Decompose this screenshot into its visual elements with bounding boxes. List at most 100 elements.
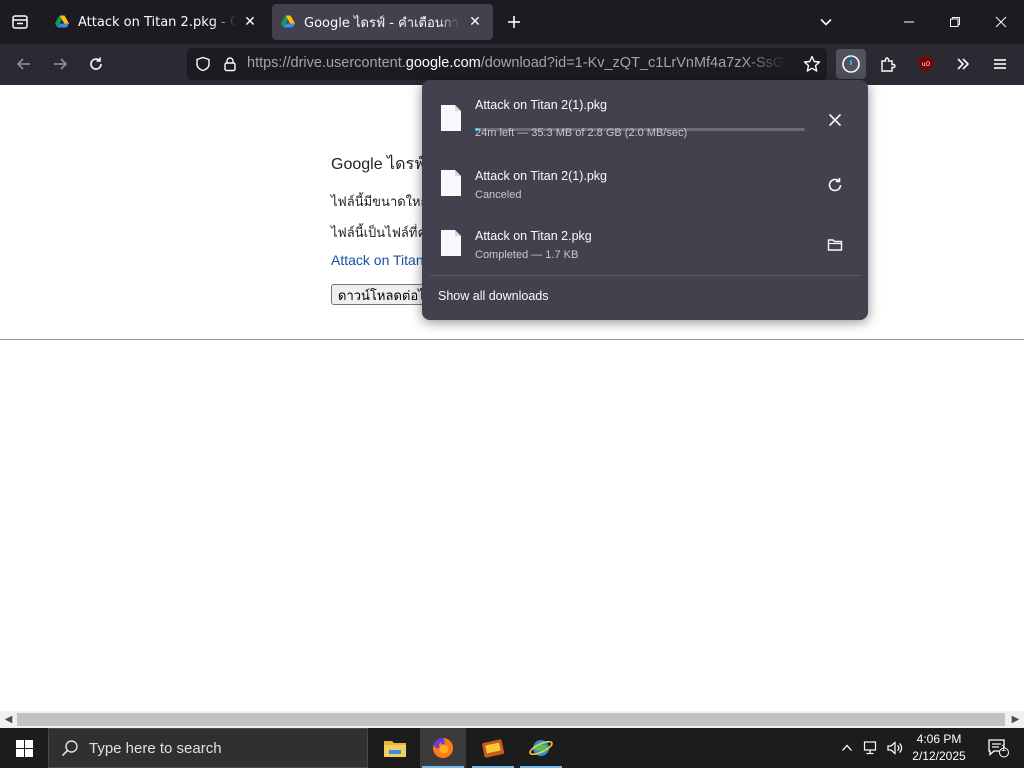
list-all-tabs-button[interactable] — [803, 0, 849, 44]
taskbar-firefox[interactable] — [420, 728, 466, 768]
downloads-button[interactable] — [836, 49, 866, 79]
svg-text:uO: uO — [922, 61, 931, 68]
firefox-view-button[interactable] — [6, 8, 34, 36]
network-icon — [863, 741, 877, 755]
close-icon — [995, 16, 1007, 28]
new-tab-button[interactable] — [500, 8, 528, 36]
reload-button[interactable] — [81, 49, 111, 79]
extensions-button[interactable] — [873, 49, 903, 79]
file-icon — [441, 105, 461, 131]
cancel-icon — [828, 113, 842, 127]
taskbar-app-3[interactable] — [470, 728, 516, 768]
speaker-icon — [887, 741, 903, 755]
horizontal-scrollbar[interactable]: ◀ ▶ — [0, 711, 1024, 728]
minimize-icon — [904, 21, 914, 23]
show-all-downloads-button[interactable]: Show all downloads — [438, 289, 549, 303]
download-status: Completed — 1.7 KB — [475, 249, 579, 261]
site-info-icon[interactable] — [221, 55, 239, 73]
show-in-folder-button[interactable] — [820, 230, 850, 260]
double-chevron-right-icon — [957, 58, 970, 70]
puzzle-icon — [881, 57, 896, 72]
notification-count: 1 — [1001, 743, 1007, 753]
more-tools-button[interactable] — [948, 49, 978, 79]
plus-icon — [508, 16, 520, 28]
url-text[interactable]: https://drive.usercontent.google.com/dow… — [247, 55, 787, 71]
taskbar-clock[interactable]: 4:06 PM 2/12/2025 — [904, 731, 974, 765]
forward-arrow-icon — [54, 58, 68, 70]
back-button[interactable] — [9, 49, 39, 79]
chevron-down-icon — [820, 18, 832, 26]
download-filename: Attack on Titan 2(1).pkg — [475, 169, 608, 183]
clock-date: 2/12/2025 — [912, 749, 966, 763]
scroll-right-icon[interactable]: ▶ — [1007, 711, 1024, 728]
search-placeholder: Type here to search — [89, 739, 222, 757]
tracking-protection-icon[interactable] — [194, 55, 212, 73]
warning-text-size: ไฟล์นี้มีขนาดใหญ่ — [331, 194, 432, 209]
clock-time: 4:06 PM — [916, 732, 962, 746]
download-status: 24m left — 35.3 MB of 2.8 GB (2.0 MB/sec… — [475, 127, 688, 139]
reload-icon — [90, 57, 102, 70]
download-item[interactable]: Attack on Titan 2.pkg Completed — 1.7 KB — [428, 215, 862, 275]
url-bar[interactable]: https://drive.usercontent.google.com/dow… — [187, 48, 827, 80]
navigation-toolbar: https://drive.usercontent.google.com/dow… — [0, 44, 1024, 85]
google-drive-icon — [55, 15, 69, 28]
firefox-icon — [433, 737, 454, 758]
warning-text-virus: ไฟล์นี้เป็นไฟล์ที่ค — [331, 225, 427, 240]
close-tab-icon[interactable]: ✕ — [240, 12, 260, 32]
url-prefix: https://drive.usercontent. — [247, 55, 406, 71]
divider — [0, 339, 1024, 340]
network-button[interactable] — [860, 728, 882, 768]
ublock-shield-icon: uO — [919, 56, 933, 72]
scrollbar-thumb[interactable] — [17, 713, 1005, 726]
back-arrow-icon — [16, 58, 30, 70]
restore-icon — [950, 17, 960, 27]
page-title: Google ไดรฟ์ — [331, 156, 426, 173]
show-hidden-icons-button[interactable] — [838, 728, 856, 768]
ublock-origin-button[interactable]: uO — [911, 49, 941, 79]
close-tab-icon[interactable]: ✕ — [465, 12, 485, 32]
file-link[interactable]: Attack on Titan 2 — [331, 252, 435, 268]
download-status: Canceled — [475, 189, 522, 201]
hamburger-menu-icon — [994, 59, 1006, 69]
file-icon — [441, 170, 461, 196]
cancel-download-button[interactable] — [820, 105, 850, 135]
google-drive-icon — [281, 15, 295, 28]
search-icon — [61, 740, 78, 757]
tab-google-drive-warning[interactable]: Google ไดรฟ์ - คำเตือนการดาวน์โหลด ✕ — [272, 4, 493, 40]
file-explorer-icon — [384, 741, 406, 757]
scroll-left-icon[interactable]: ◀ — [0, 711, 17, 728]
download-progress-icon — [842, 55, 860, 73]
action-center-button[interactable]: 1 — [978, 728, 1018, 768]
lock-icon — [224, 57, 236, 72]
taskbar-search-box[interactable]: Type here to search — [48, 728, 368, 768]
bookmark-star-button[interactable] — [803, 55, 821, 73]
url-host: google.com — [405, 55, 481, 71]
shield-icon — [196, 56, 210, 72]
download-item[interactable]: Attack on Titan 2(1).pkg Canceled — [428, 155, 862, 215]
volume-button[interactable] — [884, 728, 906, 768]
taskbar-app-4[interactable] — [518, 728, 564, 768]
download-item[interactable]: Attack on Titan 2(1).pkg 24m left — 35.3… — [428, 90, 862, 150]
chevron-up-icon — [842, 744, 852, 751]
file-icon — [441, 230, 461, 256]
firefox-view-icon — [12, 15, 28, 29]
retry-download-button[interactable] — [820, 170, 850, 200]
close-window-button[interactable] — [978, 0, 1024, 44]
tab-attack-on-titan[interactable]: Attack on Titan 2.pkg - Google ✕ — [46, 4, 268, 40]
downloads-panel: Attack on Titan 2(1).pkg 24m left — 35.3… — [422, 80, 868, 320]
minimize-button[interactable] — [886, 0, 932, 44]
download-filename: Attack on Titan 2(1).pkg — [475, 98, 608, 112]
restore-button[interactable] — [932, 0, 978, 44]
panel-separator — [430, 275, 860, 276]
windows-taskbar: Type here to search 4:06 PM 2/12/2025 1 — [0, 728, 1024, 768]
tab-title: Attack on Titan 2.pkg - Google — [78, 14, 236, 30]
start-button[interactable] — [0, 728, 48, 768]
folder-icon — [827, 239, 843, 251]
app-menu-button[interactable] — [985, 49, 1015, 79]
forward-button[interactable] — [45, 49, 75, 79]
url-path: /download?id=1-Kv_zQT_c1LrVnMf4a7zX-SsGM… — [480, 55, 787, 71]
download-anyway-button[interactable]: ดาวน์โหลดต่อไป — [331, 284, 431, 305]
taskbar-file-explorer[interactable] — [372, 728, 418, 768]
tab-title: Google ไดรฟ์ - คำเตือนการดาวน์โหลด — [304, 15, 461, 31]
internet-globe-icon — [529, 740, 553, 756]
